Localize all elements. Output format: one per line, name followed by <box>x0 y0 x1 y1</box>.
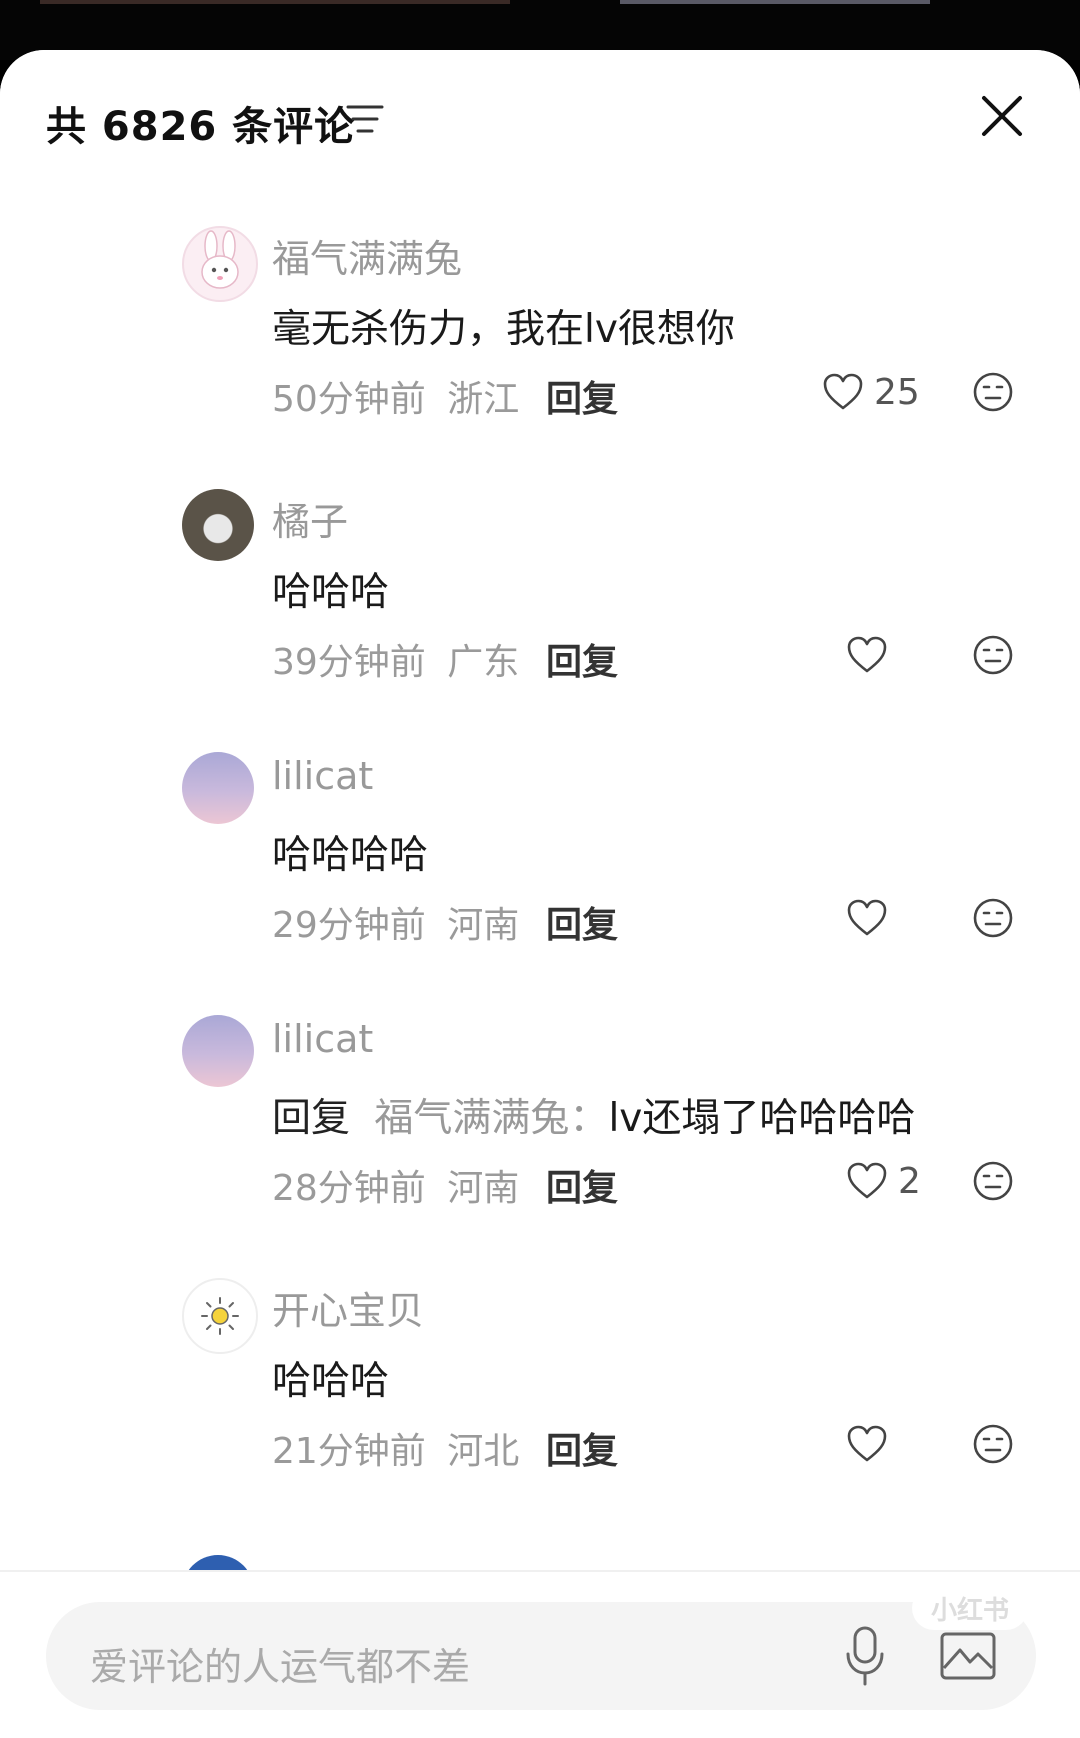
filter-icon[interactable] <box>346 102 384 136</box>
dislike-face-icon[interactable] <box>972 1423 1014 1465</box>
comment-author[interactable]: 开心宝贝 <box>272 1280 424 1335</box>
comment-time: 28分钟前 <box>272 1168 426 1209</box>
dislike-face-icon[interactable] <box>972 1160 1014 1202</box>
comment-author[interactable]: 福气满满兔 <box>272 228 462 283</box>
comment-time: 39分钟前 <box>272 642 426 683</box>
comment-count-title: 共 6826 条评论 <box>46 104 356 150</box>
heart-icon <box>823 373 863 410</box>
like-button[interactable] <box>846 633 898 677</box>
comment-meta: 28分钟前 河南 <box>272 1159 519 1211</box>
reply-button[interactable]: 回复 <box>546 1159 618 1211</box>
comment-region: 河南 <box>447 1168 520 1209</box>
comments-header: 共 6826 条评论 <box>0 50 1080 190</box>
comment-region: 河南 <box>447 905 520 946</box>
comment-time: 50分钟前 <box>272 379 426 420</box>
comment-region: 河北 <box>447 1431 520 1472</box>
microphone-icon[interactable] <box>842 1624 888 1688</box>
dislike-face-icon[interactable] <box>972 634 1014 676</box>
video-edge <box>620 0 930 4</box>
comment-meta: 39分钟前 广东 <box>272 633 519 685</box>
gradient-avatar[interactable] <box>182 752 254 824</box>
heart-icon <box>847 899 887 936</box>
photo-avatar[interactable] <box>182 489 254 561</box>
comment-time: 29分钟前 <box>272 905 426 946</box>
heart-icon <box>847 1425 887 1462</box>
comment-author[interactable]: lilicat <box>272 1017 373 1061</box>
like-count: 2 <box>898 1160 921 1202</box>
close-icon[interactable] <box>980 94 1024 138</box>
reply-text: lv还塌了哈哈哈哈 <box>608 1096 916 1141</box>
comment-input-placeholder: 爱评论的人运气都不差 <box>90 1645 471 1689</box>
dislike-face-icon[interactable] <box>972 371 1014 413</box>
image-picker-icon[interactable] <box>938 1628 998 1684</box>
reply-button[interactable]: 回复 <box>546 633 618 685</box>
comment-author[interactable]: 橘子 <box>272 491 348 546</box>
comment-input[interactable]: 爱评论的人运气都不差 <box>46 1602 1036 1710</box>
like-count: 25 <box>874 371 920 413</box>
comments-sheet: 共 6826 条评论 · · · · · · · · · · <box>0 50 1080 1738</box>
bunny-avatar[interactable] <box>182 226 258 302</box>
comment-text: 回复 福气满满兔：lv还塌了哈哈哈哈 <box>272 1087 915 1143</box>
comment-meta: 50分钟前 浙江 <box>272 370 519 422</box>
heart-icon <box>847 1162 887 1199</box>
reply-button[interactable]: 回复 <box>546 1422 618 1474</box>
comment-text: 毫无杀伤力，我在lv很想你 <box>272 307 735 352</box>
comment-time: 21分钟前 <box>272 1431 426 1472</box>
like-button[interactable]: 25 <box>822 370 920 414</box>
comment-text: 哈哈哈 <box>272 1359 390 1404</box>
comment-meta: 29分钟前 河南 <box>272 896 519 948</box>
reply-target[interactable]: 福气满满兔： <box>374 1096 608 1141</box>
reply-prefix: 回复 <box>272 1096 351 1141</box>
comment-text: 哈哈哈哈 <box>272 833 429 878</box>
comment-author[interactable]: lilicat <box>272 754 373 798</box>
sun-avatar[interactable] <box>182 1278 258 1354</box>
reply-button[interactable]: 回复 <box>546 896 618 948</box>
reply-button[interactable]: 回复 <box>546 370 618 422</box>
like-button[interactable] <box>846 896 898 940</box>
like-button[interactable] <box>846 1422 898 1466</box>
heart-icon <box>847 636 887 673</box>
comment-meta: 21分钟前 河北 <box>272 1422 519 1474</box>
like-button[interactable]: 2 <box>846 1159 921 1203</box>
gradient-avatar[interactable] <box>182 1015 254 1087</box>
dislike-face-icon[interactable] <box>972 897 1014 939</box>
comment-text: 哈哈哈 <box>272 570 390 615</box>
comment-region: 广东 <box>447 642 520 683</box>
comment-region: 浙江 <box>447 379 520 420</box>
video-edge <box>40 0 510 4</box>
watermark: 小红书 <box>912 1586 1028 1630</box>
